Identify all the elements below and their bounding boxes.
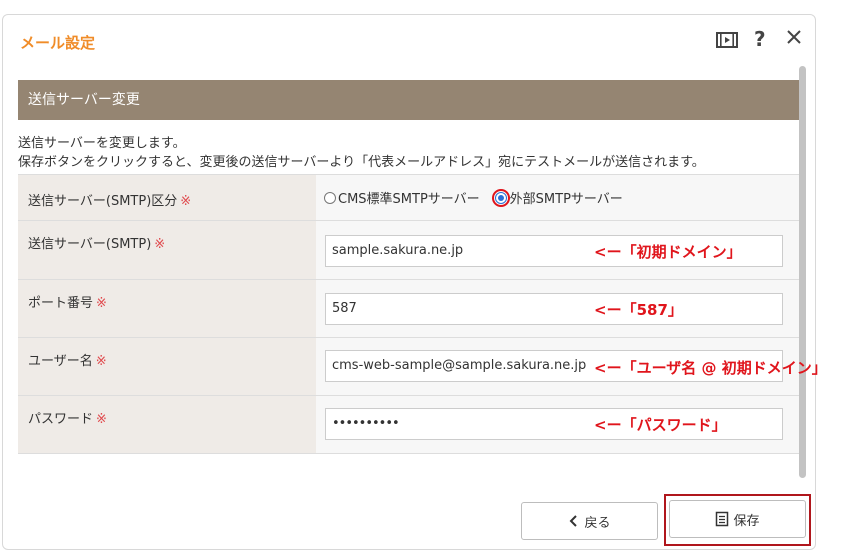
- required-mark: ※: [96, 412, 107, 427]
- help-icon[interactable]: ?: [754, 27, 766, 51]
- port-value: 587 <ー「587」: [316, 280, 799, 337]
- smtp-server-label: 送信サーバー(SMTP) ※: [18, 221, 316, 279]
- username-label-text: ユーザー名: [28, 354, 93, 369]
- description-line-2: 保存ボタンをクリックすると、変更後の送信サーバーより「代表メールアドレス」宛にテ…: [18, 155, 705, 170]
- username-label: ユーザー名 ※: [18, 338, 316, 395]
- radio-external-highlight: [491, 188, 510, 207]
- smtp-server-annotation: <ー「初期ドメイン」: [594, 243, 742, 261]
- row-username: ユーザー名 ※ cms-web-sample@sample.sakura.ne.j…: [18, 338, 827, 396]
- port-label: ポート番号 ※: [18, 280, 316, 337]
- server-type-value: CMS標準SMTPサーバー 外部SMTPサーバー: [316, 175, 799, 220]
- port-annotation: <ー「587」: [594, 301, 683, 319]
- password-label-text: パスワード: [28, 412, 94, 427]
- password-annotation: <ー「パスワード」: [594, 416, 727, 434]
- dialog-title: メール設定: [20, 34, 96, 52]
- username-value: cms-web-sample@sample.sakura.ne.jp <ー「ユー…: [316, 338, 827, 395]
- radio-external[interactable]: [494, 191, 507, 204]
- back-button[interactable]: 戻る: [521, 502, 658, 540]
- vertical-scrollbar[interactable]: [799, 66, 806, 478]
- row-smtp-server: 送信サーバー(SMTP) ※ sample.sakura.ne.jp <ー「初期ド…: [18, 221, 799, 280]
- required-mark: ※: [154, 237, 166, 252]
- port-input[interactable]: 587: [325, 293, 783, 325]
- close-icon[interactable]: [785, 28, 803, 50]
- section-header: 送信サーバー変更: [18, 80, 799, 120]
- required-mark: ※: [180, 194, 192, 209]
- server-type-label: 送信サーバー(SMTP)区分 ※: [18, 175, 316, 220]
- document-icon: [716, 511, 729, 527]
- save-button-label: 保存: [733, 513, 760, 529]
- server-type-radio-group: CMS標準SMTPサーバー 外部SMTPサーバー: [324, 188, 623, 207]
- section-description: 送信サーバーを変更します。 保存ボタンをクリックすると、変更後の送信サーバーより…: [18, 134, 705, 172]
- smtp-server-value: sample.sakura.ne.jp <ー「初期ドメイン」: [316, 221, 799, 279]
- required-mark: ※: [95, 354, 107, 369]
- row-server-type: 送信サーバー(SMTP)区分 ※ CMS標準SMTPサーバー 外部SMTPサーバー: [18, 175, 799, 221]
- password-value: •••••••••• <ー「パスワード」: [316, 396, 799, 453]
- required-mark: ※: [96, 296, 107, 311]
- radio-cms-standard[interactable]: [324, 191, 336, 204]
- row-password: パスワード ※ •••••••••• <ー「パスワード」: [18, 396, 799, 454]
- port-label-text: ポート番号: [28, 296, 94, 311]
- back-button-label: 戻る: [584, 515, 611, 531]
- video-icon[interactable]: [716, 31, 738, 53]
- chevron-left-icon: [570, 515, 578, 527]
- radio-cms-standard-label[interactable]: CMS標準SMTPサーバー: [338, 188, 480, 207]
- smtp-server-label-text: 送信サーバー(SMTP): [28, 237, 152, 252]
- password-label: パスワード ※: [18, 396, 316, 453]
- smtp-settings-form: 送信サーバー(SMTP)区分 ※ CMS標準SMTPサーバー 外部SMTPサーバー…: [18, 174, 827, 454]
- server-type-label-text: 送信サーバー(SMTP)区分: [28, 194, 178, 209]
- username-annotation: <ー「ユーザ名 @ 初期ドメイン」: [594, 359, 827, 377]
- description-line-1: 送信サーバーを変更します。: [18, 136, 186, 151]
- save-button[interactable]: 保存: [669, 500, 806, 538]
- row-port: ポート番号 ※ 587 <ー「587」: [18, 280, 799, 338]
- radio-external-label[interactable]: 外部SMTPサーバー: [510, 188, 623, 207]
